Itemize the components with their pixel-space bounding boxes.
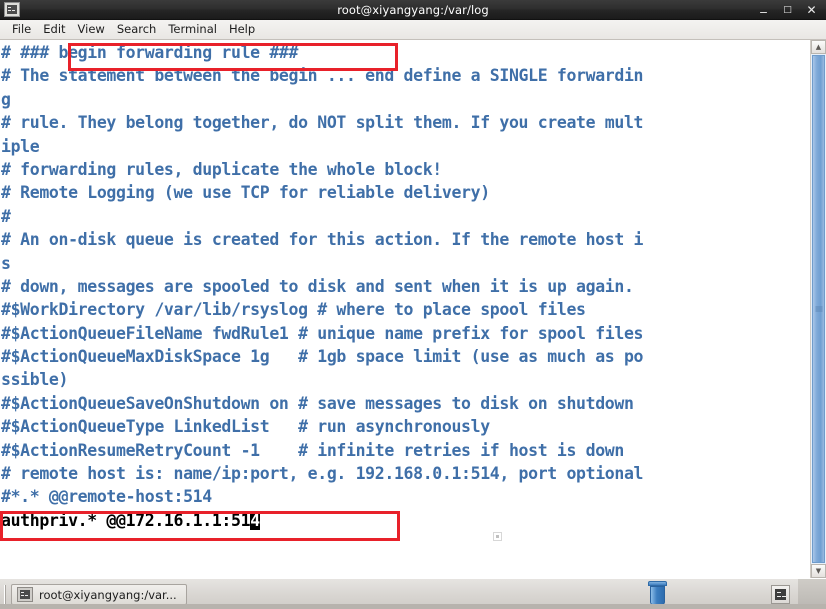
terminal-line-text: # down, messages are spooled to disk and… [1,276,634,296]
terminal-line-text: #$WorkDirectory /var/lib/rsyslog # where… [1,300,586,320]
scroll-up-icon[interactable]: ▲ [811,40,826,54]
close-button[interactable]: ✕ [806,4,817,16]
scrollbar-track[interactable] [811,54,826,564]
terminal-line-text: s [1,253,11,273]
taskbar-window-button[interactable]: root@xiyangyang:/var... [11,584,187,605]
terminal-line-text: # [1,206,11,226]
trash-icon[interactable] [647,581,668,606]
terminal-line-text: #$ActionQueueSaveOnShutdown on # save me… [1,393,634,413]
terminal-line-text: # forwarding rules, duplicate the whole … [1,159,442,179]
terminal-line: # An on-disk queue is created for this a… [1,228,810,251]
terminal-line: #$ActionQueueFileName fwdRule1 # unique … [1,322,810,345]
terminal-line: #*.* @@remote-host:514 [1,485,810,508]
terminal-line: #$WorkDirectory /var/lib/rsyslog # where… [1,298,810,321]
terminal-line-text: #$ActionResumeRetryCount -1 # infinite r… [1,440,624,460]
terminal-line: # forwarding rules, duplicate the whole … [1,158,810,181]
terminal-line-text: # The statement between the begin ... en… [1,66,644,86]
taskbar-handle[interactable] [4,584,8,605]
terminal-line: #$ActionQueueMaxDiskSpace 1g # 1gb space… [1,345,810,368]
tray-terminal-icon[interactable] [771,585,790,604]
menu-item-view[interactable]: View [72,21,111,38]
scrollbar-thumb[interactable] [812,55,825,563]
terminal-window: root@xiyangyang:/var/log _ □ ✕ File Edit… [0,0,826,578]
terminal-line: #$ActionResumeRetryCount -1 # infinite r… [1,439,810,462]
terminal-body-wrap: # ### begin forwarding rule ### # The sta… [0,40,826,578]
terminal-icon [17,587,33,602]
menu-item-search[interactable]: Search [111,21,163,38]
window-controls: _ □ ✕ [758,0,826,16]
maximize-button[interactable]: □ [782,5,793,15]
menu-item-edit[interactable]: Edit [37,21,71,38]
mouse-pointer-artifact [493,532,502,541]
menu-item-terminal[interactable]: Terminal [162,21,223,38]
desktop-bottom-strip [0,604,826,609]
terminal-line: # Remote Logging (we use TCP for reliabl… [1,181,810,204]
terminal-line-text: # remote host is: name/ip:port, e.g. 192… [1,464,644,484]
terminal-line-text: g [1,89,11,109]
terminal-output[interactable]: # ### begin forwarding rule ### # The sta… [0,40,810,578]
terminal-scrollbar[interactable]: ▲ ▼ [810,40,826,578]
scrollbar-grip-icon [815,306,822,312]
window-titlebar[interactable]: root@xiyangyang:/var/log _ □ ✕ [0,0,826,20]
terminal-line-text: # An on-disk queue is created for this a… [1,230,644,250]
menu-bar: File Edit View Search Terminal Help [0,20,826,40]
terminal-line: # remote host is: name/ip:port, e.g. 192… [1,462,810,485]
terminal-line-text: # rule. They belong together, do NOT spl… [1,113,644,133]
terminal-line: # down, messages are spooled to disk and… [1,275,810,298]
trash-body [650,586,665,605]
terminal-line-text: authpriv.* @@172.16.1.1:51 [1,510,251,530]
terminal-line: # The statement between the begin ... en… [1,64,810,87]
terminal-line: authpriv.* @@172.16.1.1:514 [1,509,810,532]
terminal-line-text: iple [1,136,40,156]
terminal-line: iple [1,135,810,158]
window-title: root@xiyangyang:/var/log [337,2,489,17]
menu-item-file[interactable]: File [6,21,37,38]
desktop-screen: root@xiyangyang:/var/log _ □ ✕ File Edit… [0,0,826,609]
terminal-line-text: #$ActionQueueMaxDiskSpace 1g # 1gb space… [1,347,644,367]
terminal-line: # rule. They belong together, do NOT spl… [1,111,810,134]
terminal-line: #$ActionQueueSaveOnShutdown on # save me… [1,392,810,415]
scroll-down-icon[interactable]: ▼ [811,564,826,578]
terminal-line-text: #$ActionQueueFileName fwdRule1 # unique … [1,323,644,343]
terminal-line-text: ssible) [1,370,69,390]
menu-item-help[interactable]: Help [223,21,261,38]
terminal-line: # [1,205,810,228]
terminal-line-text: #$ActionQueueType LinkedList # run async… [1,417,490,437]
taskbar-window-label: root@xiyangyang:/var... [39,587,177,602]
terminal-line-text: # Remote Logging (we use TCP for reliabl… [1,183,490,203]
terminal-line: #$ActionQueueType LinkedList # run async… [1,415,810,438]
terminal-line: # ### begin forwarding rule ### [1,41,810,64]
terminal-line: g [1,88,810,111]
terminal-line-text: #*.* @@remote-host:514 [1,487,212,507]
terminal-line: s [1,252,810,275]
terminal-icon [4,2,20,17]
terminal-line-text: # ### begin forwarding rule ### [1,43,299,62]
text-cursor: 4 [250,510,260,530]
terminal-line: ssible) [1,368,810,391]
minimize-button[interactable]: _ [758,0,769,13]
